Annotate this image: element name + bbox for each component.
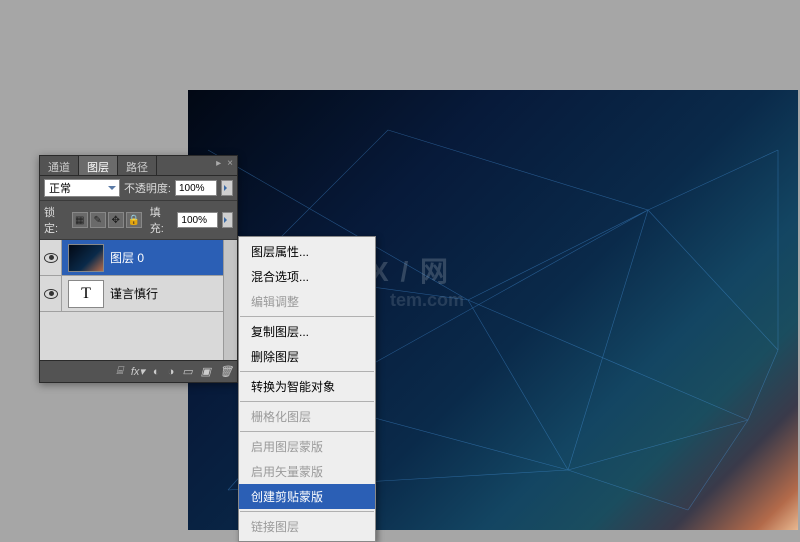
menu-duplicate-layer[interactable]: 复制图层... bbox=[239, 319, 375, 344]
tab-paths[interactable]: 路径 bbox=[118, 156, 157, 175]
fill-input[interactable]: 100% bbox=[177, 212, 217, 228]
menu-convert-smart-object[interactable]: 转换为智能对象 bbox=[239, 374, 375, 399]
menu-enable-vector-mask: 启用矢量蒙版 bbox=[239, 459, 375, 484]
layer-name[interactable]: 谨言慎行 bbox=[110, 285, 158, 302]
layer-list: 图层 0 T 谨言慎行 bbox=[40, 240, 237, 360]
menu-separator bbox=[240, 316, 374, 317]
menu-create-clipping-mask[interactable]: 创建剪贴蒙版 bbox=[239, 484, 375, 509]
visibility-toggle[interactable] bbox=[40, 240, 62, 275]
panel-close-icon[interactable]: × bbox=[225, 158, 235, 169]
blend-mode-dropdown[interactable]: 正常 bbox=[44, 179, 120, 197]
menu-link-layers: 链接图层 bbox=[239, 514, 375, 539]
eye-icon bbox=[44, 289, 58, 299]
tab-channels[interactable]: 通道 bbox=[40, 156, 79, 175]
menu-enable-layer-mask: 启用图层蒙版 bbox=[239, 434, 375, 459]
menu-layer-properties[interactable]: 图层属性... bbox=[239, 239, 375, 264]
menu-separator bbox=[240, 371, 374, 372]
panel-menu-icon[interactable]: ▸ bbox=[214, 158, 223, 169]
layers-scrollbar[interactable] bbox=[223, 240, 237, 360]
lock-all-icon[interactable]: 🔒 bbox=[126, 212, 142, 228]
menu-blending-options[interactable]: 混合选项... bbox=[239, 264, 375, 289]
layer-name[interactable]: 图层 0 bbox=[110, 249, 144, 266]
fill-label: 填充: bbox=[150, 204, 174, 236]
panel-tabbar: 通道 图层 路径 ▸ × bbox=[40, 156, 237, 176]
layers-panel: 通道 图层 路径 ▸ × 正常 不透明度: 100% 锁定: ▦ ✎ ✥ 🔒 填… bbox=[39, 155, 238, 383]
layer-context-menu: 图层属性... 混合选项... 编辑调整 复制图层... 删除图层 转换为智能对… bbox=[238, 236, 376, 542]
fx-icon[interactable]: fx▾ bbox=[131, 365, 145, 378]
opacity-input[interactable]: 100% bbox=[175, 180, 217, 196]
lock-transparency-icon[interactable]: ▦ bbox=[72, 212, 88, 228]
opacity-flyout-icon[interactable] bbox=[221, 180, 233, 196]
layer-row[interactable]: 图层 0 bbox=[40, 240, 237, 276]
panel-footer: ⌸ fx▾ ◐ ◑ ▭ ▣ 🗑 bbox=[40, 360, 237, 382]
link-icon[interactable]: ⌸ bbox=[116, 365, 123, 378]
layer-thumbnail[interactable] bbox=[68, 244, 104, 272]
delete-icon[interactable]: 🗑 bbox=[219, 365, 233, 378]
new-layer-icon[interactable]: ▣ bbox=[201, 365, 211, 378]
menu-separator bbox=[240, 431, 374, 432]
layer-row[interactable]: T 谨言慎行 bbox=[40, 276, 237, 312]
fill-flyout-icon[interactable] bbox=[222, 212, 233, 228]
group-icon[interactable]: ▭ bbox=[182, 365, 192, 378]
opacity-label: 不透明度: bbox=[124, 180, 171, 196]
menu-rasterize-layer: 栅格化图层 bbox=[239, 404, 375, 429]
lock-pixels-icon[interactable]: ✎ bbox=[90, 212, 106, 228]
adjustment-icon[interactable]: ◑ bbox=[168, 366, 175, 378]
lock-label: 锁定: bbox=[44, 204, 68, 236]
lock-buttons: ▦ ✎ ✥ 🔒 bbox=[72, 212, 142, 228]
menu-edit-adjustment: 编辑调整 bbox=[239, 289, 375, 314]
visibility-toggle[interactable] bbox=[40, 276, 62, 311]
menu-separator bbox=[240, 401, 374, 402]
layer-thumbnail[interactable]: T bbox=[68, 280, 104, 308]
mask-icon[interactable]: ◐ bbox=[153, 366, 160, 378]
eye-icon bbox=[44, 253, 58, 263]
menu-separator bbox=[240, 511, 374, 512]
tab-layers[interactable]: 图层 bbox=[79, 156, 118, 175]
menu-delete-layer[interactable]: 删除图层 bbox=[239, 344, 375, 369]
lock-position-icon[interactable]: ✥ bbox=[108, 212, 124, 228]
